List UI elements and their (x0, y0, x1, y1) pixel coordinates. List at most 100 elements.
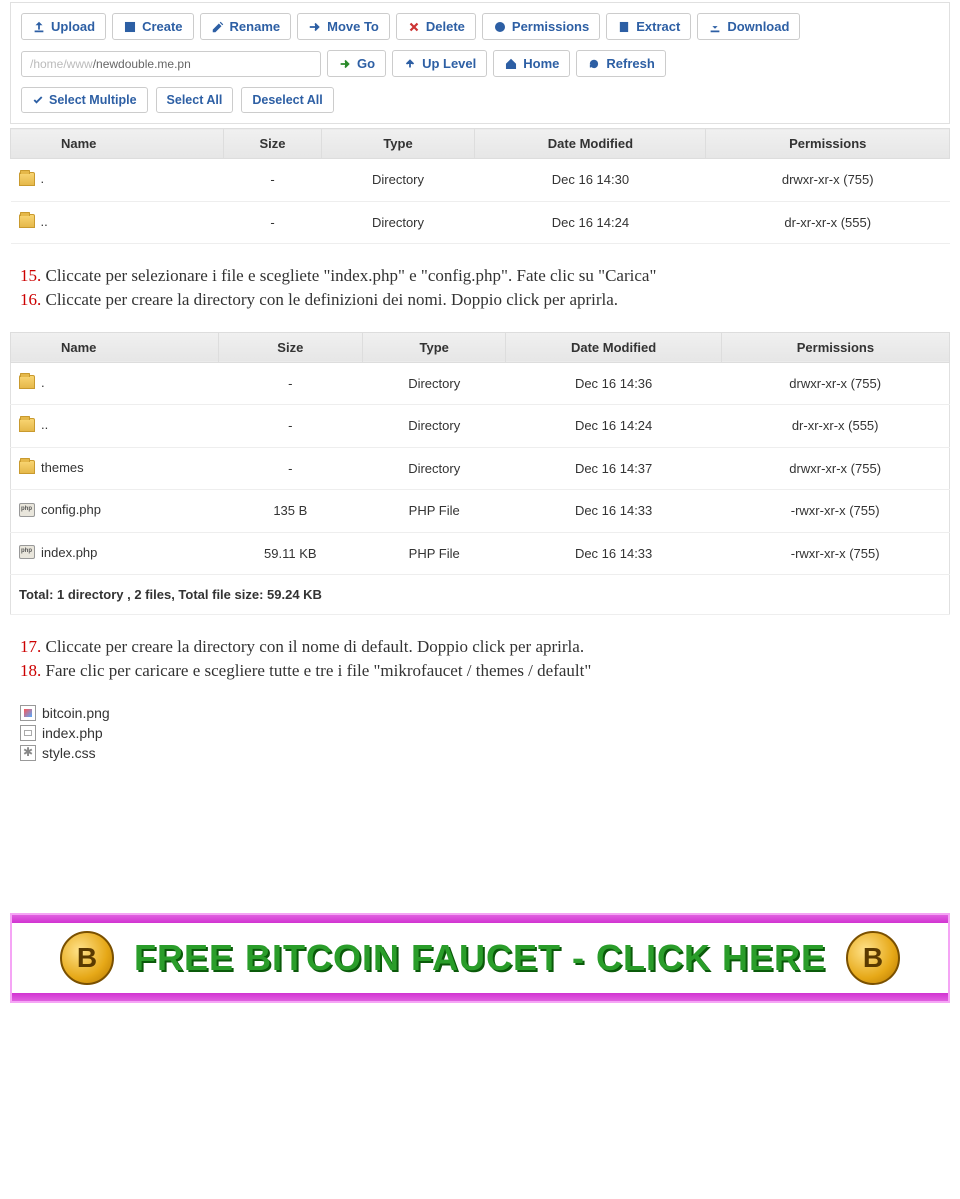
file-type: Directory (363, 362, 506, 405)
col-name[interactable]: Name (11, 332, 219, 362)
file-type: Directory (321, 159, 475, 202)
file-type: Directory (321, 201, 475, 244)
step-18-num: 18. (20, 661, 41, 680)
file-size: 135 B (218, 490, 362, 533)
file-perm: -rwxr-xr-x (755) (721, 532, 949, 575)
download-button[interactable]: Download (697, 13, 800, 40)
folder-icon (19, 214, 35, 228)
file-name: index.php (41, 545, 97, 560)
step-15-text: Cliccate per selezionare i file e scegli… (46, 266, 657, 285)
col-type[interactable]: Type (363, 332, 506, 362)
file-name: config.php (41, 502, 101, 517)
col-size[interactable]: Size (224, 129, 321, 159)
banner-text: FREE BITCOIN FAUCET - CLICK HERE (134, 937, 826, 979)
table-row[interactable]: .-DirectoryDec 16 14:30drwxr-xr-x (755) (11, 159, 950, 202)
file-type: Directory (363, 447, 506, 490)
home-label: Home (523, 56, 559, 71)
col-date[interactable]: Date Modified (475, 129, 706, 159)
instructions-1: 15. Cliccate per selezionare i file e sc… (20, 264, 940, 312)
selection-row: Select Multiple Select All Deselect All (17, 85, 943, 117)
php-file-icon (19, 545, 35, 559)
select-all-button[interactable]: Select All (156, 87, 234, 113)
file-size: - (218, 447, 362, 490)
path-input[interactable]: /home/www/newdouble.me.pn (21, 51, 321, 77)
table-row[interactable]: index.php59.11 KBPHP FileDec 16 14:33-rw… (11, 532, 950, 575)
php-file-icon (20, 725, 36, 741)
file-table-1: Name Size Type Date Modified Permissions… (10, 128, 950, 244)
deselect-all-button[interactable]: Deselect All (241, 87, 333, 113)
select-multiple-button[interactable]: Select Multiple (21, 87, 148, 113)
permissions-button[interactable]: Permissions (482, 13, 600, 40)
file-perm: dr-xr-xr-x (555) (721, 405, 949, 448)
total-summary: Total: 1 directory , 2 files, Total file… (11, 575, 950, 615)
col-size[interactable]: Size (218, 332, 362, 362)
file-size: - (218, 362, 362, 405)
col-date[interactable]: Date Modified (506, 332, 721, 362)
list-item[interactable]: index.php (20, 723, 940, 743)
upload-button[interactable]: Upload (21, 13, 106, 40)
table-row[interactable]: ..-DirectoryDec 16 14:24dr-xr-xr-x (555) (11, 201, 950, 244)
file-date: Dec 16 14:37 (506, 447, 721, 490)
uplevel-button[interactable]: Up Level (392, 50, 487, 77)
table-row[interactable]: .. -DirectoryDec 16 14:24dr-xr-xr-x (555) (11, 405, 950, 448)
list-item[interactable]: style.css (20, 743, 940, 763)
create-label: Create (142, 19, 182, 34)
step-15-num: 15. (20, 266, 41, 285)
col-type[interactable]: Type (321, 129, 475, 159)
file-name: .. (41, 214, 48, 229)
file-size: - (218, 405, 362, 448)
permissions-label: Permissions (512, 19, 589, 34)
extract-button[interactable]: Extract (606, 13, 691, 40)
select-all-label: Select All (167, 93, 223, 107)
toolbar: Upload Create Rename Move To Delete Perm… (17, 9, 943, 48)
col-perm[interactable]: Permissions (721, 332, 949, 362)
table-row[interactable]: .-DirectoryDec 16 14:36drwxr-xr-x (755) (11, 362, 950, 405)
path-prefix: /home/www (30, 57, 93, 71)
list-item[interactable]: bitcoin.png (20, 703, 940, 723)
file-name: bitcoin.png (42, 705, 110, 721)
extract-label: Extract (636, 19, 680, 34)
home-button[interactable]: Home (493, 50, 570, 77)
bitcoin-coin-icon: B (60, 931, 114, 985)
refresh-button[interactable]: Refresh (576, 50, 665, 77)
file-name: . (41, 375, 45, 390)
delete-button[interactable]: Delete (396, 13, 476, 40)
file-name: .. (41, 417, 48, 432)
file-date: Dec 16 14:24 (506, 405, 721, 448)
file-date: Dec 16 14:30 (475, 159, 706, 202)
step-18-text: Fare clic per caricare e scegliere tutte… (46, 661, 592, 680)
instructions-2: 17. Cliccate per creare la directory con… (20, 635, 940, 683)
file-date: Dec 16 14:33 (506, 490, 721, 533)
file-perm: drwxr-xr-x (755) (706, 159, 950, 202)
img-file-icon (20, 705, 36, 721)
table-row[interactable]: themes-DirectoryDec 16 14:37drwxr-xr-x (… (11, 447, 950, 490)
deselect-all-label: Deselect All (252, 93, 322, 107)
uplevel-label: Up Level (422, 56, 476, 71)
step-16-text: Cliccate per creare la directory con le … (46, 290, 619, 309)
table-row[interactable]: config.php 135 BPHP FileDec 16 14:33-rwxr… (11, 490, 950, 533)
folder-icon (19, 172, 35, 186)
col-perm[interactable]: Permissions (706, 129, 950, 159)
col-name[interactable]: Name (11, 129, 224, 159)
ad-banner[interactable]: B FREE BITCOIN FAUCET - CLICK HERE B (10, 913, 950, 1003)
rename-label: Rename (230, 19, 281, 34)
go-label: Go (357, 56, 375, 71)
file-name: index.php (42, 725, 103, 741)
moveto-button[interactable]: Move To (297, 13, 390, 40)
file-perm: -rwxr-xr-x (755) (721, 490, 949, 533)
folder-icon (19, 460, 35, 474)
upload-label: Upload (51, 19, 95, 34)
step-16-num: 16. (20, 290, 41, 309)
moveto-label: Move To (327, 19, 379, 34)
php-file-icon (19, 503, 35, 517)
rename-button[interactable]: Rename (200, 13, 292, 40)
file-size: - (224, 201, 321, 244)
file-perm: drwxr-xr-x (755) (721, 362, 949, 405)
path-current: /newdouble.me.pn (93, 57, 191, 71)
file-name: style.css (42, 745, 96, 761)
create-button[interactable]: Create (112, 13, 193, 40)
file-type: Directory (363, 405, 506, 448)
file-type: PHP File (363, 490, 506, 533)
css-file-icon (20, 745, 36, 761)
go-button[interactable]: Go (327, 50, 386, 77)
